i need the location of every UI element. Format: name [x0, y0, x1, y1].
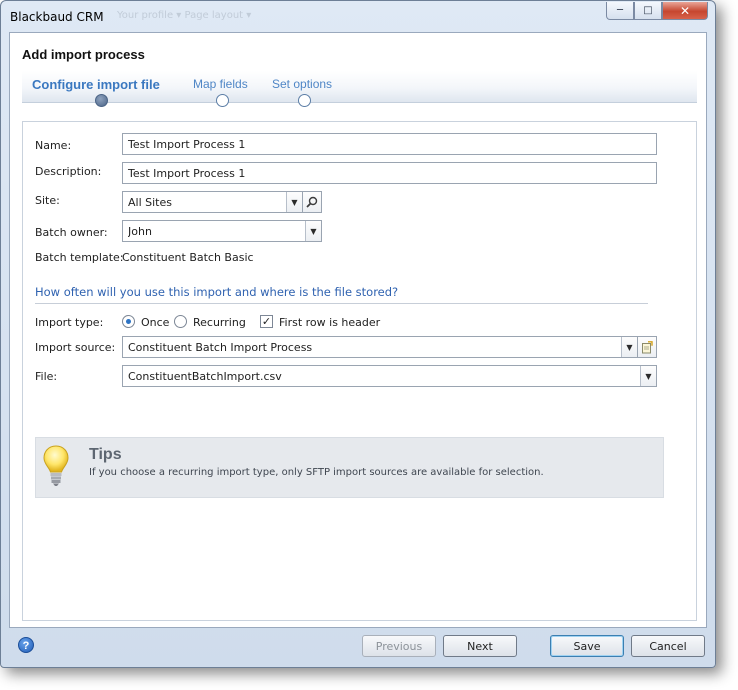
file-select[interactable]: ConstituentBatchImport.csv ▼: [122, 365, 657, 387]
window-title: Blackbaud CRM: [10, 10, 104, 24]
next-button[interactable]: Next: [443, 635, 517, 657]
name-label: Name:: [35, 139, 72, 152]
dialog-title: Add import process: [22, 47, 145, 62]
lightbulb-icon: [43, 445, 69, 486]
chevron-down-icon[interactable]: ▼: [305, 221, 321, 241]
import-source-select[interactable]: Constituent Batch Import Process ▼: [122, 336, 638, 358]
step-indicator-1: [95, 94, 108, 107]
edit-import-source-button[interactable]: [637, 336, 657, 358]
tab-set-options[interactable]: Set options: [272, 77, 332, 91]
step-indicator-3: [298, 94, 311, 107]
site-value: All Sites: [128, 195, 172, 209]
edit-document-icon: [642, 340, 653, 353]
import-type-label: Import type:: [35, 316, 104, 329]
batch-owner-select[interactable]: John ▼: [122, 220, 322, 242]
close-button[interactable]: ✕: [662, 2, 708, 20]
radio-once[interactable]: [122, 315, 135, 328]
site-select[interactable]: All Sites ▼: [122, 191, 303, 213]
batch-owner-value: John: [128, 224, 152, 238]
previous-button[interactable]: Previous: [362, 635, 436, 657]
site-search-button[interactable]: [302, 191, 322, 213]
section-heading: How often will you use this import and w…: [35, 285, 648, 304]
tab-configure-import-file[interactable]: Configure import file: [32, 77, 160, 92]
step-indicator-2: [216, 94, 229, 107]
description-input[interactable]: Test Import Process 1: [122, 162, 657, 184]
chevron-down-icon[interactable]: ▼: [286, 192, 302, 212]
chevron-down-icon[interactable]: ▼: [640, 366, 656, 386]
first-row-header-label[interactable]: First row is header: [279, 316, 380, 329]
minimize-icon: ─: [616, 5, 624, 16]
description-label: Description:: [35, 165, 102, 178]
maximize-button[interactable]: □: [634, 2, 662, 20]
cancel-button[interactable]: Cancel: [631, 635, 705, 657]
import-source-value: Constituent Batch Import Process: [128, 340, 313, 354]
radio-recurring-label[interactable]: Recurring: [193, 316, 246, 329]
tips-title: Tips: [89, 446, 122, 463]
tips-box: Tips If you choose a recurring import ty…: [35, 437, 664, 498]
dialog-body: Add import process Configure import file…: [9, 32, 707, 628]
help-icon[interactable]: ?: [18, 637, 34, 653]
batch-template-value: Constituent Batch Basic: [122, 251, 254, 264]
first-row-header-checkbox[interactable]: ✓: [260, 315, 273, 328]
site-label: Site:: [35, 194, 60, 207]
step-bar: Configure import file Map fields Set opt…: [22, 71, 697, 107]
close-icon: ✕: [679, 3, 691, 18]
tab-map-fields[interactable]: Map fields: [193, 77, 248, 91]
batch-owner-label: Batch owner:: [35, 226, 108, 239]
tips-text: If you choose a recurring import type, o…: [89, 467, 544, 478]
file-value: ConstituentBatchImport.csv: [128, 369, 282, 383]
radio-recurring[interactable]: [174, 315, 187, 328]
window-controls: ─ □ ✕: [606, 2, 708, 20]
save-button[interactable]: Save: [550, 635, 624, 657]
chevron-down-icon[interactable]: ▼: [621, 337, 637, 357]
import-source-label: Import source:: [35, 341, 116, 354]
file-label: File:: [35, 370, 58, 383]
name-input[interactable]: Test Import Process 1: [122, 133, 657, 155]
dialog-window: Blackbaud CRM Your profile ▾ Page layout…: [0, 0, 716, 668]
title-bar: Blackbaud CRM Your profile ▾ Page layout…: [1, 1, 715, 31]
maximize-icon: □: [643, 5, 653, 16]
batch-template-label: Batch template:: [35, 251, 124, 264]
form-panel: Name: Test Import Process 1 Description:…: [22, 121, 697, 621]
background-toolbar-ghost: Your profile ▾ Page layout ▾: [117, 10, 252, 21]
minimize-button[interactable]: ─: [606, 2, 634, 20]
search-icon: [306, 196, 318, 208]
radio-once-label[interactable]: Once: [141, 316, 169, 329]
